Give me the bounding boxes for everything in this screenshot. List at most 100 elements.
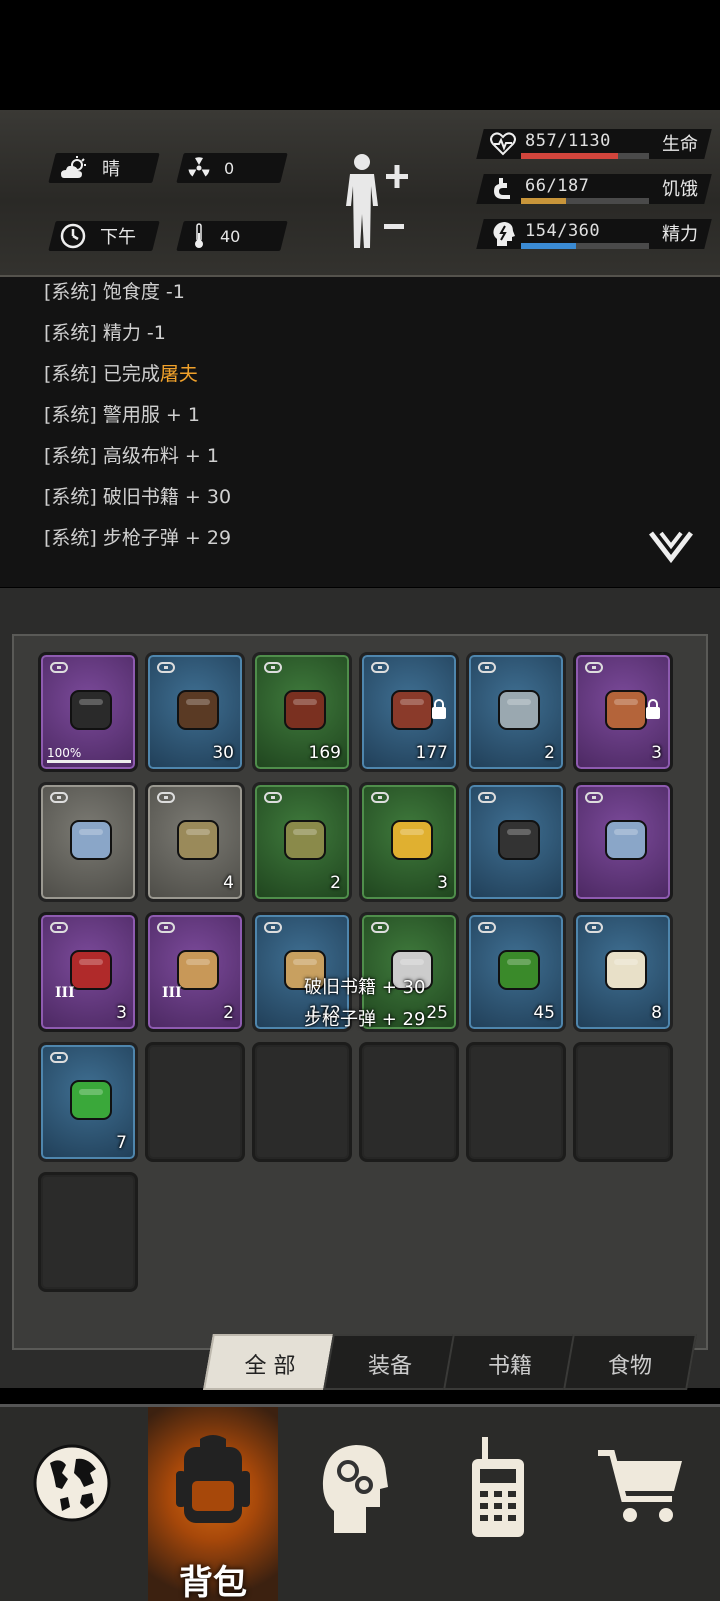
hunger-stat[interactable]: 66/187 饥饿 <box>476 174 712 204</box>
health-stat[interactable]: 857/1130 生命 <box>476 129 712 159</box>
log-line: [系统] 饱食度 -1 <box>44 281 185 303</box>
inventory-slot[interactable] <box>573 782 673 902</box>
item-count: 4 <box>223 873 234 893</box>
pickup-toast: 破旧书籍 + 30 步枪子弹 + 29 <box>304 972 425 1036</box>
thermometer-icon <box>195 223 203 248</box>
spray-medkit-icon <box>598 939 654 1001</box>
hunger-value: 66/187 <box>525 176 590 196</box>
energy-stat[interactable]: 154/360 精力 <box>476 219 712 249</box>
link-icon <box>478 922 496 933</box>
log-highlight: 屠夫 <box>159 363 198 385</box>
empty-slot[interactable] <box>359 1042 459 1162</box>
log-line: [系统] 精力 -1 <box>44 322 166 344</box>
time-indicator[interactable]: 下午 <box>60 221 136 251</box>
link-icon <box>371 662 389 673</box>
shopping-cart-icon <box>598 1450 682 1522</box>
link-icon <box>157 662 175 673</box>
hunger-bar <box>521 198 649 204</box>
item-count: 3 <box>437 873 448 893</box>
item-count: 2 <box>330 873 341 893</box>
empty-slot[interactable] <box>573 1042 673 1162</box>
category-tabs: 全 部 装备 书籍 食物 <box>200 1334 697 1390</box>
brain-head-icon <box>322 1445 388 1533</box>
weather-label: 晴 <box>102 159 120 180</box>
item-count: 177 <box>415 743 448 763</box>
inventory-slot[interactable]: 7 <box>38 1042 138 1162</box>
health-label: 生命 <box>662 134 698 155</box>
inventory-slot[interactable]: 177 <box>359 652 459 772</box>
tier-badge: III <box>55 985 75 1001</box>
item-count: 7 <box>116 1133 127 1153</box>
tab-books-label: 书籍 <box>487 1354 532 1379</box>
empty-slot[interactable] <box>252 1042 352 1162</box>
link-icon <box>264 922 282 933</box>
nav-skills[interactable] <box>278 1407 428 1601</box>
link-icon <box>157 922 175 933</box>
inventory-slot[interactable]: 3 <box>573 652 673 772</box>
inventory-slot[interactable]: 100% <box>38 652 138 772</box>
walkie-talkie-icon <box>472 1437 524 1537</box>
inventory-slot[interactable]: 45 <box>466 912 566 1032</box>
cheese-icon <box>384 809 440 871</box>
link-icon <box>478 792 496 803</box>
item-count: 30 <box>212 743 234 763</box>
metal-ingot-icon <box>491 809 547 871</box>
energy-value: 154/360 <box>525 221 601 241</box>
link-icon <box>585 792 603 803</box>
inventory-slot[interactable]: III 2 <box>145 912 245 1032</box>
inventory-slot[interactable]: 8 <box>573 912 673 1032</box>
syringe-green-icon <box>63 1069 119 1131</box>
herb-mat-icon <box>491 939 547 1001</box>
radiation-indicator[interactable]: 0 <box>188 153 234 183</box>
nav-backpack[interactable]: 背包 <box>148 1407 278 1601</box>
heart-pulse-icon <box>490 132 516 156</box>
temperature-value: 40 <box>220 226 241 246</box>
tab-food-label: 食物 <box>607 1354 652 1379</box>
raw-meat-strips-icon <box>277 679 333 741</box>
weather-indicator[interactable]: 晴 <box>60 153 120 183</box>
jacket-icon <box>63 679 119 741</box>
inventory-slot[interactable]: III 3 <box>38 912 138 1032</box>
link-icon <box>50 662 68 673</box>
inventory-slot[interactable]: 169 <box>252 652 352 772</box>
temperature-indicator[interactable]: 40 <box>192 221 240 251</box>
empty-slot[interactable] <box>466 1042 566 1162</box>
item-count: 169 <box>308 743 341 763</box>
durability-bar <box>47 760 131 763</box>
body-figure-icon[interactable] <box>340 152 412 252</box>
link-icon <box>478 662 496 673</box>
link-icon <box>264 662 282 673</box>
energy-bar <box>521 243 649 249</box>
inventory-slot[interactable] <box>38 782 138 902</box>
link-icon <box>371 922 389 933</box>
empty-slot[interactable] <box>145 1042 245 1162</box>
link-icon <box>585 922 603 933</box>
inventory-slot[interactable]: 3 <box>359 782 459 902</box>
cloth-icon <box>598 809 654 871</box>
item-count: 2 <box>223 1003 234 1023</box>
cloud-sun-icon <box>61 156 86 178</box>
item-count: 3 <box>651 743 662 763</box>
globe-icon <box>33 1444 111 1522</box>
lock-icon <box>646 699 660 719</box>
inventory-slot[interactable]: 2 <box>252 782 352 902</box>
head-energy-icon <box>493 222 515 246</box>
link-icon <box>50 1052 68 1063</box>
inventory-slot[interactable]: 30 <box>145 652 245 772</box>
nav-radio[interactable] <box>428 1407 568 1601</box>
health-bar <box>521 153 649 159</box>
nav-shop[interactable] <box>568 1407 720 1601</box>
nav-world[interactable] <box>0 1407 148 1601</box>
item-count: 8 <box>651 1003 662 1023</box>
status-panel: 晴 0 下午 40 857/1130 生命 66/187 饥饿 154/360 … <box>0 110 720 277</box>
empty-slot[interactable] <box>38 1172 138 1292</box>
inventory-slot[interactable] <box>466 782 566 902</box>
double-chevron-down-icon[interactable] <box>648 529 694 565</box>
message-log[interactable]: [系统] 饱食度 -1 [系统] 精力 -1 [系统] 已完成屠夫 [系统] 警… <box>0 277 720 587</box>
energy-label: 精力 <box>662 224 698 245</box>
item-count: 25 <box>426 1003 448 1023</box>
inventory-slot[interactable]: 2 <box>466 652 566 772</box>
inventory-slot[interactable]: 4 <box>145 782 245 902</box>
tab-all-label: 全 部 <box>244 1354 296 1379</box>
tier-badge: III <box>162 985 182 1001</box>
